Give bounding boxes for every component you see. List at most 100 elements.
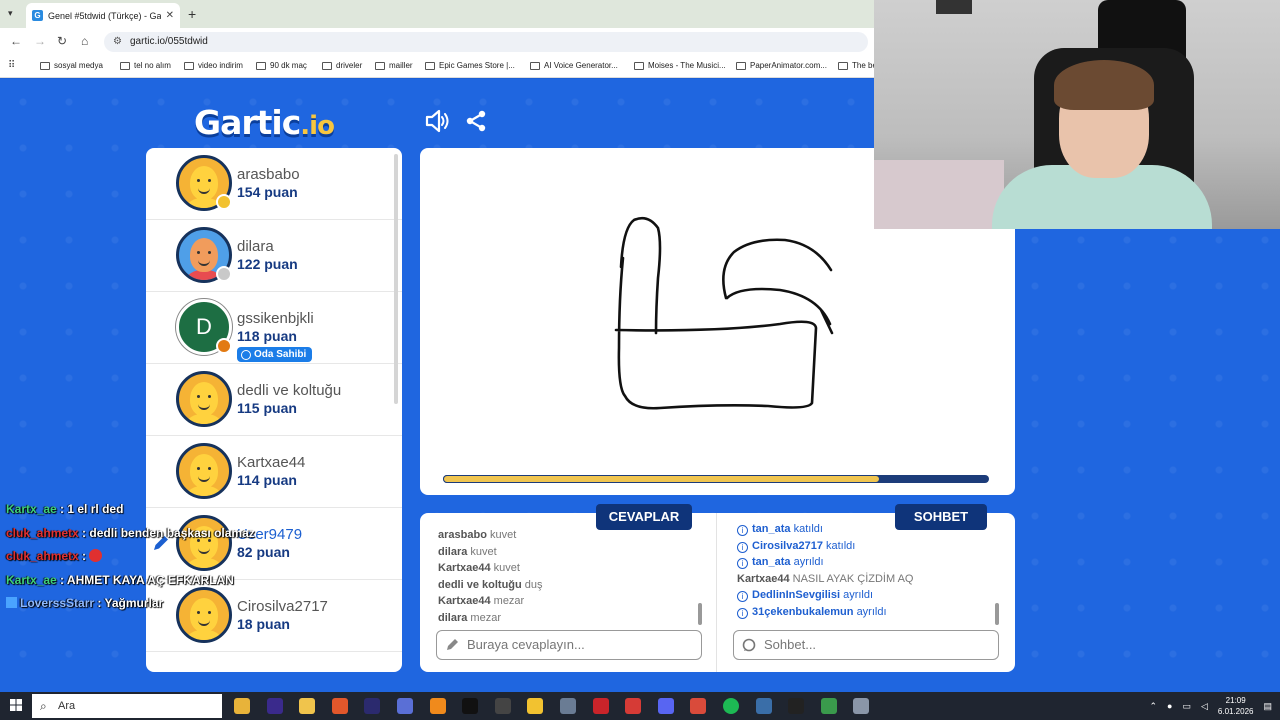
new-tab-button[interactable]: +	[188, 6, 196, 22]
bookmark-item[interactable]: video indirim	[184, 61, 243, 70]
player-avatar	[176, 443, 232, 499]
bookmark-item[interactable]: tel no alım	[120, 61, 171, 70]
tiktok-icon[interactable]	[462, 698, 479, 714]
chat-system-message: i tan_ata ayrıldı	[737, 554, 1001, 571]
player-row[interactable]: dedli ve koltuğu 115 puan	[146, 364, 402, 436]
bookmark-item[interactable]: The be	[838, 61, 877, 70]
bookmark-label: driveler	[336, 61, 363, 70]
bookmark-folder-icon	[530, 61, 540, 70]
answer-item: Kartxae44 mezar	[438, 593, 702, 610]
chat-text: ayrıldı	[856, 605, 887, 618]
forward-icon[interactable]: →	[34, 34, 46, 48]
bookmark-item[interactable]: 90 dk maç	[256, 61, 307, 70]
bookmark-item[interactable]: Epic Games Store |...	[425, 61, 515, 70]
player-row[interactable]: dilara 122 puan	[146, 220, 402, 292]
logo-text: Gartic	[194, 103, 301, 142]
tab-list-icon[interactable]: ▾	[8, 8, 13, 19]
maps-icon[interactable]	[527, 698, 544, 714]
spotify-icon[interactable]	[723, 698, 739, 714]
sound-icon[interactable]	[424, 109, 450, 133]
notes-icon[interactable]	[755, 698, 772, 714]
chat-user: Kartxae44	[737, 572, 790, 585]
reload-icon[interactable]: ↻	[57, 34, 67, 48]
bookmark-item[interactable]: PaperAnimator.com...	[736, 61, 827, 70]
apps-grid-icon[interactable]: ⠿	[8, 60, 15, 71]
smile-icon	[241, 349, 251, 360]
bookmark-label: Moises - The Musici...	[648, 61, 726, 70]
chat-bubble-icon	[742, 638, 756, 652]
player-row[interactable]: Dgssikenbjkli 118 puan Oda Sahibi	[146, 292, 402, 364]
answer-text: kuvet	[493, 562, 520, 575]
network-icon[interactable]: ▭	[1182, 701, 1191, 712]
opera-icon[interactable]	[592, 698, 609, 714]
chrome-icon[interactable]	[234, 698, 250, 714]
bookmark-label: Epic Games Store |...	[439, 61, 515, 70]
player-status-badge	[216, 266, 232, 282]
gallery-icon[interactable]	[560, 698, 576, 714]
tab-title: Genel #5tdwid (Türkçe) - Gartic	[48, 10, 161, 21]
notifications-icon[interactable]: ▤	[1263, 701, 1272, 712]
home-icon[interactable]: ⌂	[81, 34, 88, 48]
browser-icon[interactable]	[397, 698, 413, 714]
stream-chat-line: Kartx_ae : 1 el rl ded	[6, 502, 124, 516]
after-effects-icon[interactable]	[266, 698, 283, 714]
xbox-icon[interactable]	[625, 698, 642, 714]
bookmark-folder-icon	[634, 61, 644, 70]
tray-chevron-icon[interactable]: ⌃	[1149, 701, 1157, 712]
stream-chat-text: Yağmurlar	[104, 596, 164, 610]
player-points: 115 puan	[237, 400, 297, 416]
close-tab-icon[interactable]: ✕	[166, 10, 174, 21]
clock[interactable]: 21:09 6.01.2026	[1218, 695, 1254, 717]
shield-icon[interactable]	[853, 698, 870, 714]
obs-icon[interactable]	[788, 698, 805, 714]
stream-chat-line: cluk_ahmetx : dedli benden başkası olama…	[6, 525, 255, 540]
chat-user: DedlinInSevgilisi	[752, 589, 841, 602]
share-icon[interactable]	[464, 109, 488, 133]
bookmark-folder-icon	[120, 61, 130, 70]
chat-user: tan_ata	[752, 556, 791, 569]
clock-time: 21:09	[1225, 696, 1246, 705]
bookmark-item[interactable]: driveler	[322, 61, 362, 70]
app-icon[interactable]	[494, 698, 511, 714]
chat-message: Kartxae44 NASIL AYAK ÇİZDİM AQ	[737, 571, 1001, 588]
bookmark-item[interactable]: mailler	[375, 61, 413, 70]
chrome-icon-2[interactable]	[820, 698, 837, 714]
stream-chat-user: Kartx_ae	[6, 572, 57, 587]
recorder-icon[interactable]	[690, 698, 707, 714]
chat-system-message: i DedlinInSevgilisi ayrıldı	[737, 587, 1001, 604]
answer-item: dedli ve koltuğu duş	[438, 577, 702, 594]
stream-chat-user: Kartx_ae	[6, 502, 57, 516]
browser-tab-active[interactable]: G Genel #5tdwid (Türkçe) - Gartic ✕	[26, 3, 180, 28]
url-field[interactable]: ⚙ gartic.io/055tdwid	[104, 32, 868, 52]
answers-scrollbar[interactable]	[698, 603, 702, 625]
windows-start-icon[interactable]	[10, 699, 22, 711]
file-explorer-icon[interactable]	[299, 698, 316, 714]
discord-icon[interactable]	[657, 698, 674, 714]
webcam-bed	[874, 160, 1004, 229]
clock-date: 6.01.2026	[1217, 707, 1254, 716]
player-row[interactable]: arasbabo 154 puan	[146, 148, 402, 220]
microphone-icon[interactable]: ●	[1167, 701, 1172, 711]
players-scrollbar[interactable]	[394, 154, 398, 404]
answer-user: Kartxae44	[438, 595, 491, 608]
answer-input[interactable]: Buraya cevaplayın...	[436, 630, 702, 660]
taskbar-search[interactable]: ⌕ Ara	[32, 694, 222, 718]
player-points: 122 puan	[237, 256, 298, 272]
stream-chat-line: LoverssStarr : Yağmurlar	[6, 592, 255, 616]
answer-item: dilara mezar	[438, 610, 702, 627]
angry-emote-icon	[89, 549, 103, 562]
chat-input[interactable]: Sohbet...	[733, 630, 999, 660]
chat-text: katıldı	[826, 539, 856, 552]
vlc-icon[interactable]	[429, 698, 446, 714]
site-settings-icon[interactable]: ⚙	[113, 32, 122, 52]
bookmark-item[interactable]: sosyal medya	[40, 61, 103, 70]
gartic-logo: Gartic.io	[194, 103, 335, 142]
chat-scrollbar[interactable]	[995, 603, 999, 625]
bookmark-item[interactable]: Moises - The Musici...	[634, 61, 726, 70]
volume-icon[interactable]: ◁	[1201, 701, 1208, 712]
bookmark-item[interactable]: AI Voice Generator...	[530, 61, 618, 70]
answer-input-placeholder: Buraya cevaplayın...	[467, 637, 585, 652]
media-encoder-icon[interactable]	[364, 698, 381, 714]
brave-icon[interactable]	[331, 698, 348, 714]
back-icon[interactable]: ←	[10, 34, 22, 48]
